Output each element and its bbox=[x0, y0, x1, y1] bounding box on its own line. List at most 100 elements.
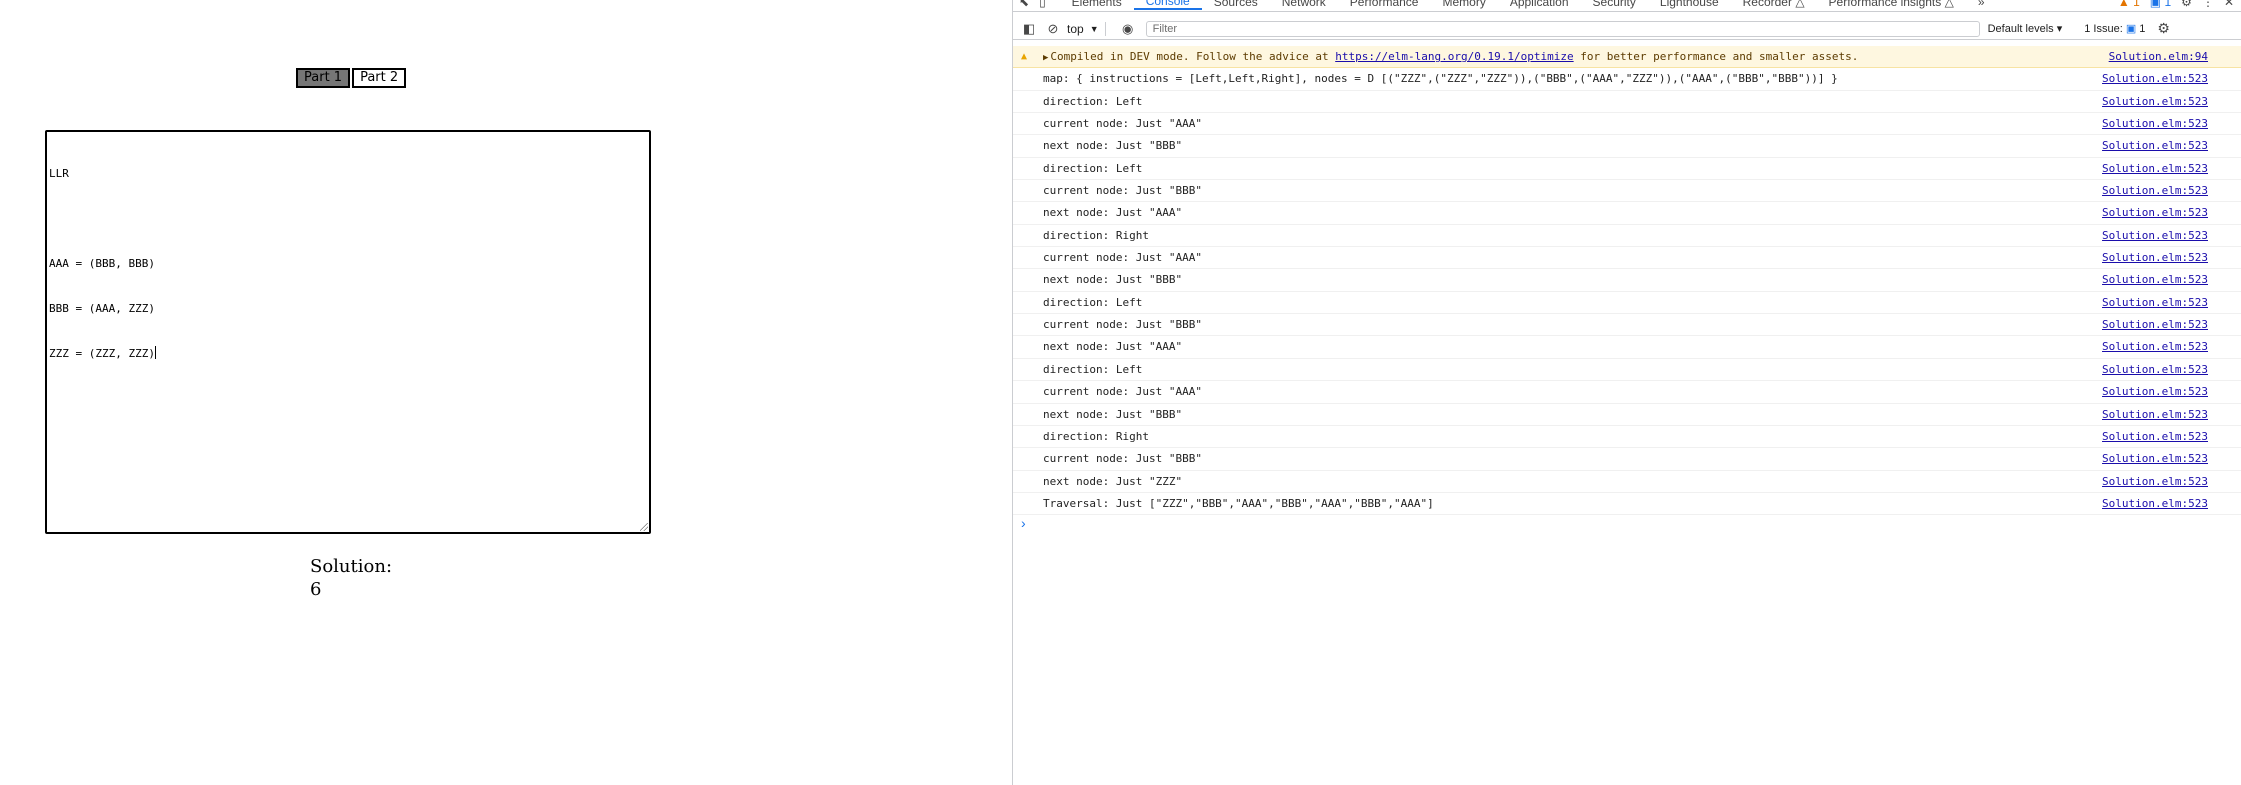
console-settings-gear-icon[interactable]: ⚙ bbox=[2157, 20, 2170, 37]
device-toolbar-icon[interactable]: ▯ bbox=[1039, 0, 1046, 9]
source-link[interactable]: Solution.elm:523 bbox=[2102, 68, 2208, 90]
log-text: next node: Just "BBB" bbox=[1043, 273, 1183, 287]
settings-gear-icon[interactable]: ⚙ bbox=[2181, 0, 2192, 9]
console-log-row: next node: Just "AAA" Solution.elm:523 bbox=[1013, 202, 2241, 225]
tab-network[interactable]: Network bbox=[1270, 0, 1338, 9]
optimize-link[interactable]: https://elm-lang.org/0.19.1/optimize bbox=[1335, 50, 1573, 63]
tab-security[interactable]: Security bbox=[1581, 0, 1648, 9]
expand-triangle-icon[interactable]: ▶ bbox=[1043, 53, 1048, 63]
tab-console[interactable]: Console bbox=[1133, 0, 1202, 10]
log-text: current node: Just "AAA" bbox=[1043, 117, 1202, 131]
log-text: next node: Just "BBB" bbox=[1043, 407, 1183, 421]
source-link[interactable]: Solution.elm:523 bbox=[2102, 269, 2208, 291]
console-log-row: next node: Just "BBB" Solution.elm:523 bbox=[1013, 404, 2241, 426]
message-icon: ▣ bbox=[2149, 0, 2162, 9]
console-log-row: direction: Right Solution.elm:523 bbox=[1013, 426, 2241, 449]
input-line: ZZZ = (ZZZ, ZZZ) bbox=[49, 347, 155, 360]
inspect-element-icon[interactable]: ⬉ bbox=[1019, 0, 1029, 9]
console-toolbar: ◧ ⊘ top ▼ ◉ Filter Default levels ▾ 1 Is… bbox=[1013, 18, 2241, 40]
app-page: Part 1 Part 2 LLR AAA = (BBB, BBB) BBB =… bbox=[0, 0, 1012, 785]
source-link[interactable]: Solution.elm:523 bbox=[2102, 471, 2208, 493]
log-text: next node: Just "AAA" bbox=[1043, 206, 1183, 220]
solution-block: Solution: 6 bbox=[310, 555, 392, 601]
tab-performance-insights[interactable]: Performance insights △ bbox=[1817, 0, 1966, 9]
source-link[interactable]: Solution.elm:523 bbox=[2102, 493, 2208, 515]
source-link[interactable]: Solution.elm:94 bbox=[2109, 46, 2208, 68]
source-link[interactable]: Solution.elm:523 bbox=[2102, 158, 2208, 180]
dropdown-arrow-icon: ▼ bbox=[1089, 23, 1099, 34]
sidebar-toggle-icon[interactable]: ◧ bbox=[1021, 21, 1037, 37]
issues-link[interactable]: 1 Issue: ▣ 1 bbox=[2084, 22, 2145, 35]
close-icon[interactable]: ✕ bbox=[2224, 0, 2234, 9]
context-selector[interactable]: top ▼ bbox=[1067, 22, 1099, 36]
part-2-button[interactable]: Part 2 bbox=[352, 68, 407, 88]
puzzle-input-textarea[interactable]: LLR AAA = (BBB, BBB) BBB = (AAA, ZZZ) ZZ… bbox=[45, 130, 651, 534]
log-text: Traversal: Just ["ZZZ","BBB","AAA","BBB"… bbox=[1043, 496, 1434, 510]
source-link[interactable]: Solution.elm:523 bbox=[2102, 91, 2208, 113]
message-counter[interactable]: ▣ 1 bbox=[2150, 0, 2171, 9]
source-link[interactable]: Solution.elm:523 bbox=[2102, 381, 2208, 403]
source-link[interactable]: Solution.elm:523 bbox=[2102, 314, 2208, 336]
log-text: current node: Just "BBB" bbox=[1043, 318, 1202, 332]
more-tabs-button[interactable]: » bbox=[1966, 0, 1997, 9]
tab-recorder[interactable]: Recorder △ bbox=[1731, 0, 1817, 9]
log-text: next node: Just "BBB" bbox=[1043, 139, 1183, 153]
warning-triangle-icon: ▲ bbox=[1021, 51, 1028, 62]
tab-sources[interactable]: Sources bbox=[1202, 0, 1270, 9]
warning-counter[interactable]: ▲ 1 bbox=[2118, 0, 2140, 9]
tab-memory[interactable]: Memory bbox=[1430, 0, 1497, 9]
log-text: direction: Left bbox=[1043, 295, 1143, 309]
source-link[interactable]: Solution.elm:523 bbox=[2102, 113, 2208, 135]
solution-label: Solution: bbox=[310, 556, 393, 577]
console-filter-input[interactable]: Filter bbox=[1145, 20, 1980, 37]
source-link[interactable]: Solution.elm:523 bbox=[2102, 292, 2208, 314]
tab-performance[interactable]: Performance bbox=[1338, 0, 1431, 9]
console-log-row: direction: Left Solution.elm:523 bbox=[1013, 158, 2241, 181]
live-expression-eye-icon[interactable]: ◉ bbox=[1120, 21, 1136, 37]
source-link[interactable]: Solution.elm:523 bbox=[2102, 180, 2208, 202]
console-log-row: next node: Just "BBB" Solution.elm:523 bbox=[1013, 269, 2241, 292]
kebab-menu-icon[interactable]: ⋮ bbox=[2202, 0, 2214, 9]
source-link[interactable]: Solution.elm:523 bbox=[2102, 359, 2208, 381]
warning-triangle-icon: ▲ bbox=[2117, 0, 2130, 9]
console-log-row: map: { instructions = [Left,Left,Right],… bbox=[1013, 68, 2241, 91]
source-link[interactable]: Solution.elm:523 bbox=[2102, 404, 2208, 426]
source-link[interactable]: Solution.elm:523 bbox=[2102, 135, 2208, 157]
console-prompt[interactable]: › bbox=[1013, 515, 2241, 537]
tab-elements[interactable]: Elements bbox=[1060, 0, 1134, 9]
input-line: AAA = (BBB, BBB) bbox=[49, 257, 155, 270]
log-text: direction: Left bbox=[1043, 161, 1143, 175]
issue-badge-icon: ▣ bbox=[2125, 23, 2137, 35]
clear-console-icon[interactable]: ⊘ bbox=[1045, 21, 1061, 37]
source-link[interactable]: Solution.elm:523 bbox=[2102, 247, 2208, 269]
console-log-row: direction: Left Solution.elm:523 bbox=[1013, 359, 2241, 382]
console-warning: ▲ ▶ Compiled in DEV mode. Follow the advi… bbox=[1013, 46, 2241, 69]
part-selector: Part 1 Part 2 bbox=[296, 68, 407, 88]
tab-lighthouse[interactable]: Lighthouse bbox=[1648, 0, 1731, 9]
input-line: LLR bbox=[49, 167, 69, 180]
source-link[interactable]: Solution.elm:523 bbox=[2102, 225, 2208, 247]
console-log-row: Traversal: Just ["ZZZ","BBB","AAA","BBB"… bbox=[1013, 493, 2241, 516]
console-log-row: current node: Just "BBB" Solution.elm:523 bbox=[1013, 448, 2241, 471]
devtools-panel: ⬉ ▯ Elements Console Sources Network Per… bbox=[1012, 0, 2241, 785]
console-log-row: current node: Just "AAA" Solution.elm:523 bbox=[1013, 247, 2241, 270]
text-caret bbox=[154, 346, 156, 359]
solution-value: 6 bbox=[310, 579, 322, 600]
console-log-row: current node: Just "AAA" Solution.elm:523 bbox=[1013, 113, 2241, 136]
source-link[interactable]: Solution.elm:523 bbox=[2102, 202, 2208, 224]
console-log-row: next node: Just "BBB" Solution.elm:523 bbox=[1013, 135, 2241, 158]
tab-application[interactable]: Application bbox=[1498, 0, 1581, 9]
source-link[interactable]: Solution.elm:523 bbox=[2102, 426, 2208, 448]
input-line bbox=[49, 211, 647, 226]
log-text: direction: Right bbox=[1043, 429, 1149, 443]
resize-grip-icon[interactable] bbox=[640, 523, 648, 531]
source-link[interactable]: Solution.elm:523 bbox=[2102, 336, 2208, 358]
log-text: direction: Left bbox=[1043, 94, 1143, 108]
source-link[interactable]: Solution.elm:523 bbox=[2102, 448, 2208, 470]
input-line: BBB = (AAA, ZZZ) bbox=[49, 302, 155, 315]
log-text: current node: Just "BBB" bbox=[1043, 184, 1202, 198]
log-text: current node: Just "AAA" bbox=[1043, 385, 1202, 399]
console-log-row: next node: Just "ZZZ" Solution.elm:523 bbox=[1013, 471, 2241, 493]
part-1-button[interactable]: Part 1 bbox=[296, 68, 351, 88]
log-levels-dropdown[interactable]: Default levels ▾ bbox=[1988, 22, 2063, 35]
